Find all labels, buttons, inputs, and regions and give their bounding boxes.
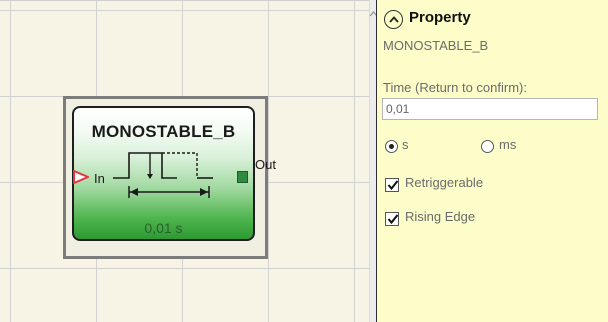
output-port-label: Out [255, 157, 276, 172]
time-field-label: Time (Return to confirm): [383, 80, 527, 95]
design-canvas[interactable]: MONOSTABLE_B 0,01 s In Out [0, 0, 369, 322]
block-title: MONOSTABLE_B [91, 122, 236, 141]
retriggerable-label[interactable]: Retriggerable [405, 175, 483, 190]
chevron-up-circle-icon[interactable] [384, 10, 403, 29]
panel-title: Property [409, 9, 471, 26]
retriggerable-checkbox[interactable] [385, 178, 399, 192]
rising-edge-label[interactable]: Rising Edge [405, 209, 475, 224]
checkmark-icon [387, 180, 399, 191]
unit-radio-ms[interactable] [481, 140, 494, 153]
unit-radio-s[interactable] [385, 140, 398, 153]
block-time-value: 0,01 s [144, 220, 183, 236]
rising-edge-checkbox[interactable] [385, 212, 399, 226]
radio-selected-dot [389, 144, 394, 149]
checkmark-icon [387, 214, 399, 225]
output-port-icon[interactable] [237, 171, 248, 183]
unit-radio-ms-label[interactable]: ms [499, 137, 516, 152]
unit-radio-s-label[interactable]: s [402, 137, 409, 152]
input-port-label: In [94, 171, 105, 186]
canvas-top-border [0, 0, 369, 1]
time-input[interactable] [382, 98, 598, 120]
property-panel: Property MONOSTABLE_B Time (Return to co… [376, 0, 608, 322]
monostable-pulse-icon [113, 152, 213, 198]
selected-block-name: MONOSTABLE_B [383, 38, 489, 53]
input-arrow-icon[interactable] [73, 170, 89, 184]
